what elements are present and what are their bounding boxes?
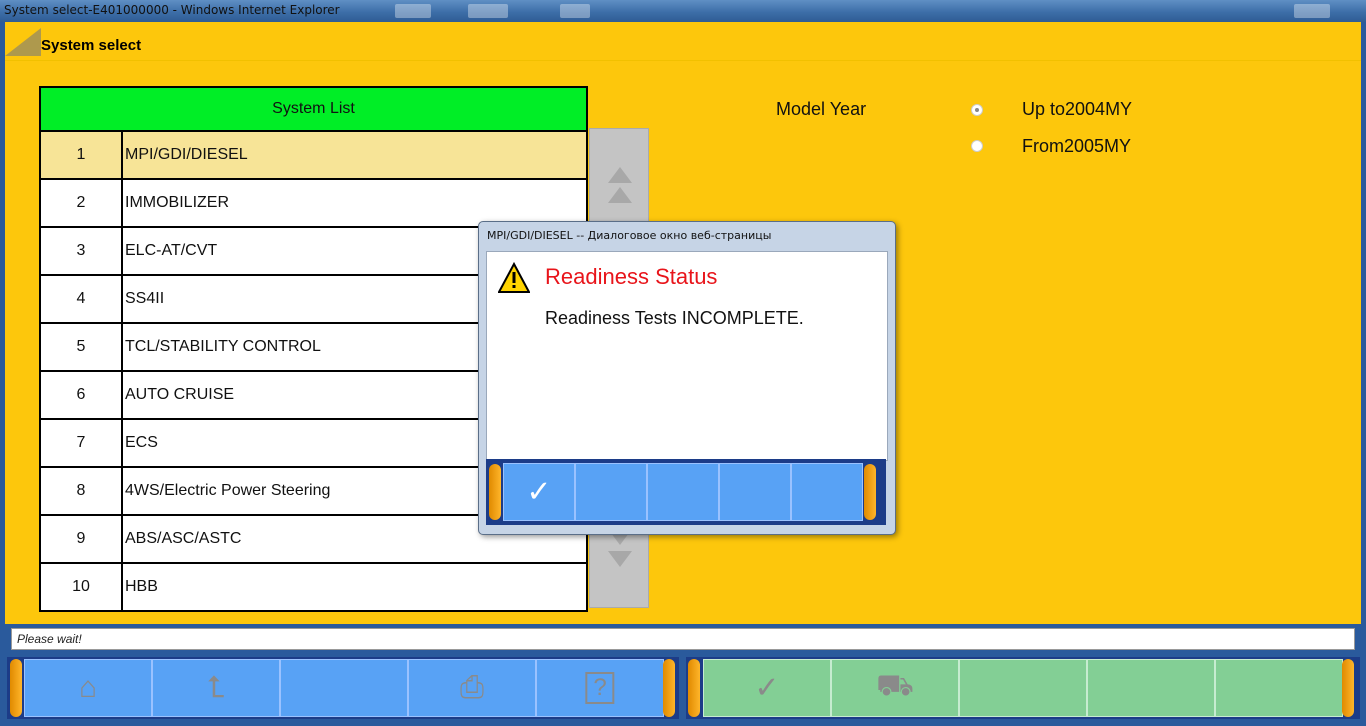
toolbar-button-empty[interactable]	[959, 659, 1087, 717]
home-icon: ⌂	[78, 671, 98, 704]
radio-up-to-2004[interactable]	[971, 104, 983, 116]
toolbar-cap	[10, 659, 22, 717]
row-number: 2	[41, 180, 123, 226]
dialog-message: Readiness Tests INCOMPLETE.	[545, 308, 804, 328]
status-bar: Please wait!	[11, 628, 1355, 650]
help-button[interactable]: ?	[536, 659, 664, 717]
system-row-1[interactable]: 1 MPI/GDI/DIESEL	[41, 132, 586, 180]
scroll-down-icon[interactable]	[608, 551, 632, 567]
status-text: Please wait!	[17, 632, 82, 646]
toolbar-cap	[688, 659, 700, 717]
checkmark-icon: ✓	[526, 475, 552, 509]
toolbar-cap	[663, 659, 675, 717]
window-title: System select-E401000000 - Windows Inter…	[4, 3, 340, 17]
dialog-body: Readiness Status Readiness Tests INCOMPL…	[486, 251, 888, 461]
system-row-10[interactable]: 10 HBB	[41, 564, 586, 610]
page-header: System select	[5, 22, 1361, 61]
return-arrow-icon: ⮤	[207, 671, 225, 704]
header-tab-corner	[5, 28, 41, 56]
row-number: 10	[41, 564, 123, 610]
dialog-title: MPI/GDI/DIESEL -- Диалоговое окно веб-ст…	[487, 229, 772, 242]
row-name: IMMOBILIZER	[125, 194, 230, 211]
titlebar-decoration	[1294, 4, 1330, 18]
window-titlebar: System select-E401000000 - Windows Inter…	[0, 0, 1366, 22]
dialog-button-empty[interactable]	[575, 463, 647, 521]
home-button[interactable]: ⌂	[24, 659, 152, 717]
car-icon: ⛟	[876, 669, 914, 702]
option-up-to-2004[interactable]: Up to2004MY	[1022, 99, 1132, 120]
row-number: 9	[41, 516, 123, 562]
radio-from-2005[interactable]	[971, 140, 983, 152]
warning-icon	[498, 262, 530, 293]
titlebar-decoration	[560, 4, 590, 18]
row-name: MPI/GDI/DIESEL	[125, 146, 248, 163]
dialog-toolbar: ✓	[486, 459, 886, 525]
vehicle-button[interactable]: ⛟	[831, 659, 959, 717]
page-title: System select	[41, 37, 142, 54]
dialog-button-empty[interactable]	[719, 463, 791, 521]
toolbar-cap	[489, 464, 501, 520]
model-year-label: Model Year	[776, 99, 867, 119]
page-up-icon[interactable]	[608, 187, 632, 203]
toolbar-button-empty[interactable]	[1215, 659, 1343, 717]
back-button[interactable]: ⮤	[152, 659, 280, 717]
row-number: 7	[41, 420, 123, 466]
row-number: 4	[41, 276, 123, 322]
checkmark-icon: ✓	[754, 671, 780, 705]
option-from-2005[interactable]: From2005MY	[1022, 136, 1131, 157]
dialog-heading: Readiness Status	[545, 264, 718, 289]
row-name: HBB	[125, 578, 158, 595]
row-number: 5	[41, 324, 123, 370]
right-toolbar: ✓ ⛟	[686, 657, 1360, 719]
toolbar-cap	[864, 464, 876, 520]
row-number: 6	[41, 372, 123, 418]
row-number: 1	[41, 132, 123, 178]
help-icon: ?	[585, 672, 615, 704]
toolbar-cap	[1342, 659, 1354, 717]
dialog-button-empty[interactable]	[647, 463, 719, 521]
scroll-up-icon[interactable]	[608, 167, 632, 183]
titlebar-decoration	[395, 4, 431, 18]
ok-button[interactable]: ✓	[703, 659, 831, 717]
toolbar-button-empty[interactable]	[280, 659, 408, 717]
titlebar-decoration	[468, 4, 508, 18]
row-number: 8	[41, 468, 123, 514]
system-list-header: System List	[41, 88, 586, 132]
dialog-button-empty[interactable]	[791, 463, 863, 521]
row-number: 3	[41, 228, 123, 274]
readiness-dialog: MPI/GDI/DIESEL -- Диалоговое окно веб-ст…	[478, 221, 896, 535]
left-toolbar: ⌂ ⮤ ⎙ ?	[7, 657, 679, 719]
printer-icon: ⎙	[460, 671, 484, 704]
print-button[interactable]: ⎙	[408, 659, 536, 717]
toolbar-button-empty[interactable]	[1087, 659, 1215, 717]
dialog-ok-button[interactable]: ✓	[503, 463, 575, 521]
